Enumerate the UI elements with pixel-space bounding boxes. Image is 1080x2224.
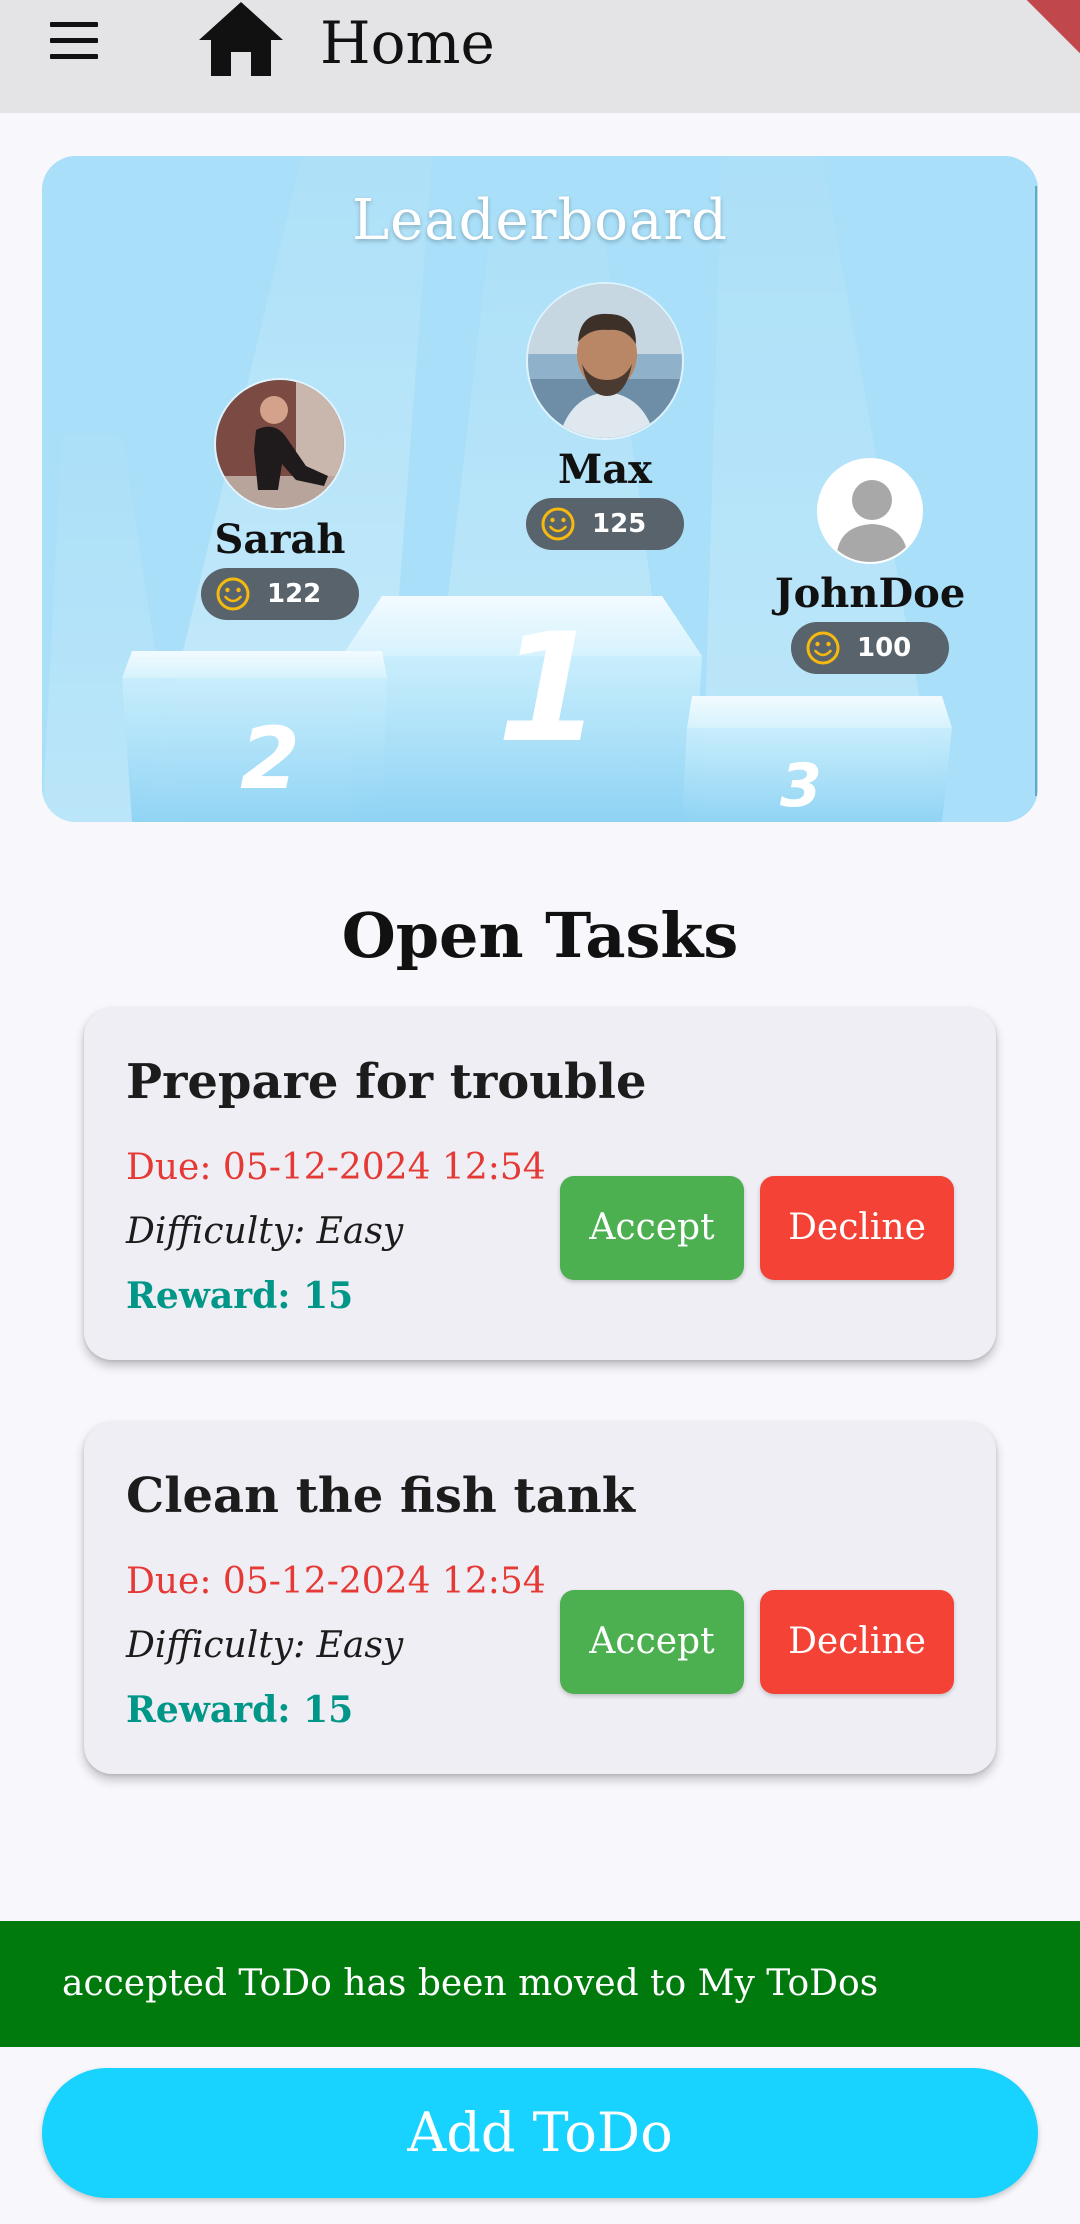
task-card: Prepare for trouble Due: 05-12-2024 12:5…	[84, 1008, 996, 1360]
score-badge: 125	[526, 498, 684, 550]
snackbar-message: accepted ToDo has been moved to My ToDos	[62, 1963, 879, 2004]
task-title: Prepare for trouble	[126, 1054, 647, 1110]
accept-button[interactable]: Accept	[560, 1590, 744, 1694]
score-badge: 100	[791, 622, 949, 674]
debug-banner	[1019, 0, 1080, 56]
podium-number-2: 2	[240, 709, 300, 809]
player-name: Max	[557, 446, 653, 493]
task-difficulty: Difficulty: Easy	[126, 1625, 404, 1666]
leaderboard-player-max[interactable]: Max 125	[465, 282, 745, 550]
task-reward: Reward: 15	[126, 1275, 354, 1317]
task-difficulty: Difficulty: Easy	[126, 1211, 404, 1252]
decline-button[interactable]: Decline	[760, 1176, 954, 1280]
avatar	[526, 282, 684, 440]
podium-number-1: 1	[497, 602, 602, 776]
score-value: 122	[267, 579, 322, 609]
leaderboard-player-sarah[interactable]: Sarah 122	[140, 378, 420, 620]
task-card: Clean the fish tank Due: 05-12-2024 12:5…	[84, 1422, 996, 1774]
default-person-avatar	[817, 458, 923, 564]
open-tasks-title: Open Tasks	[341, 899, 739, 972]
smiley-icon	[806, 631, 840, 665]
podium-number-3: 3	[780, 751, 822, 821]
player-name: Sarah	[214, 516, 346, 563]
leaderboard-player-johndoe[interactable]: JohnDoe 100	[730, 458, 1010, 674]
hamburger-menu-icon[interactable]	[44, 18, 104, 68]
decline-button[interactable]: Decline	[760, 1590, 954, 1694]
task-title: Clean the fish tank	[126, 1468, 635, 1524]
score-value: 125	[592, 509, 647, 539]
score-value: 100	[857, 633, 912, 663]
app-bar: Home	[0, 0, 1080, 113]
task-due-date: Due: 05-12-2024 12:54	[126, 1147, 546, 1188]
smiley-icon	[216, 577, 250, 611]
task-due-date: Due: 05-12-2024 12:54	[126, 1561, 546, 1602]
leaderboard-title: Leaderboard	[351, 188, 729, 253]
task-reward: Reward: 15	[126, 1689, 354, 1731]
add-todo-button[interactable]: Add ToDo	[42, 2068, 1038, 2198]
player-name: JohnDoe	[774, 570, 966, 617]
smiley-icon	[541, 507, 575, 541]
accept-button[interactable]: Accept	[560, 1176, 744, 1280]
home-icon	[199, 2, 283, 76]
score-badge: 122	[201, 568, 359, 620]
snackbar: accepted ToDo has been moved to My ToDos	[0, 1921, 1080, 2047]
leaderboard-card: 1 2 3 Leaderboard Max 125 Sarah 122 John…	[42, 156, 1038, 822]
avatar	[214, 378, 346, 510]
page-title: Home	[320, 9, 495, 77]
